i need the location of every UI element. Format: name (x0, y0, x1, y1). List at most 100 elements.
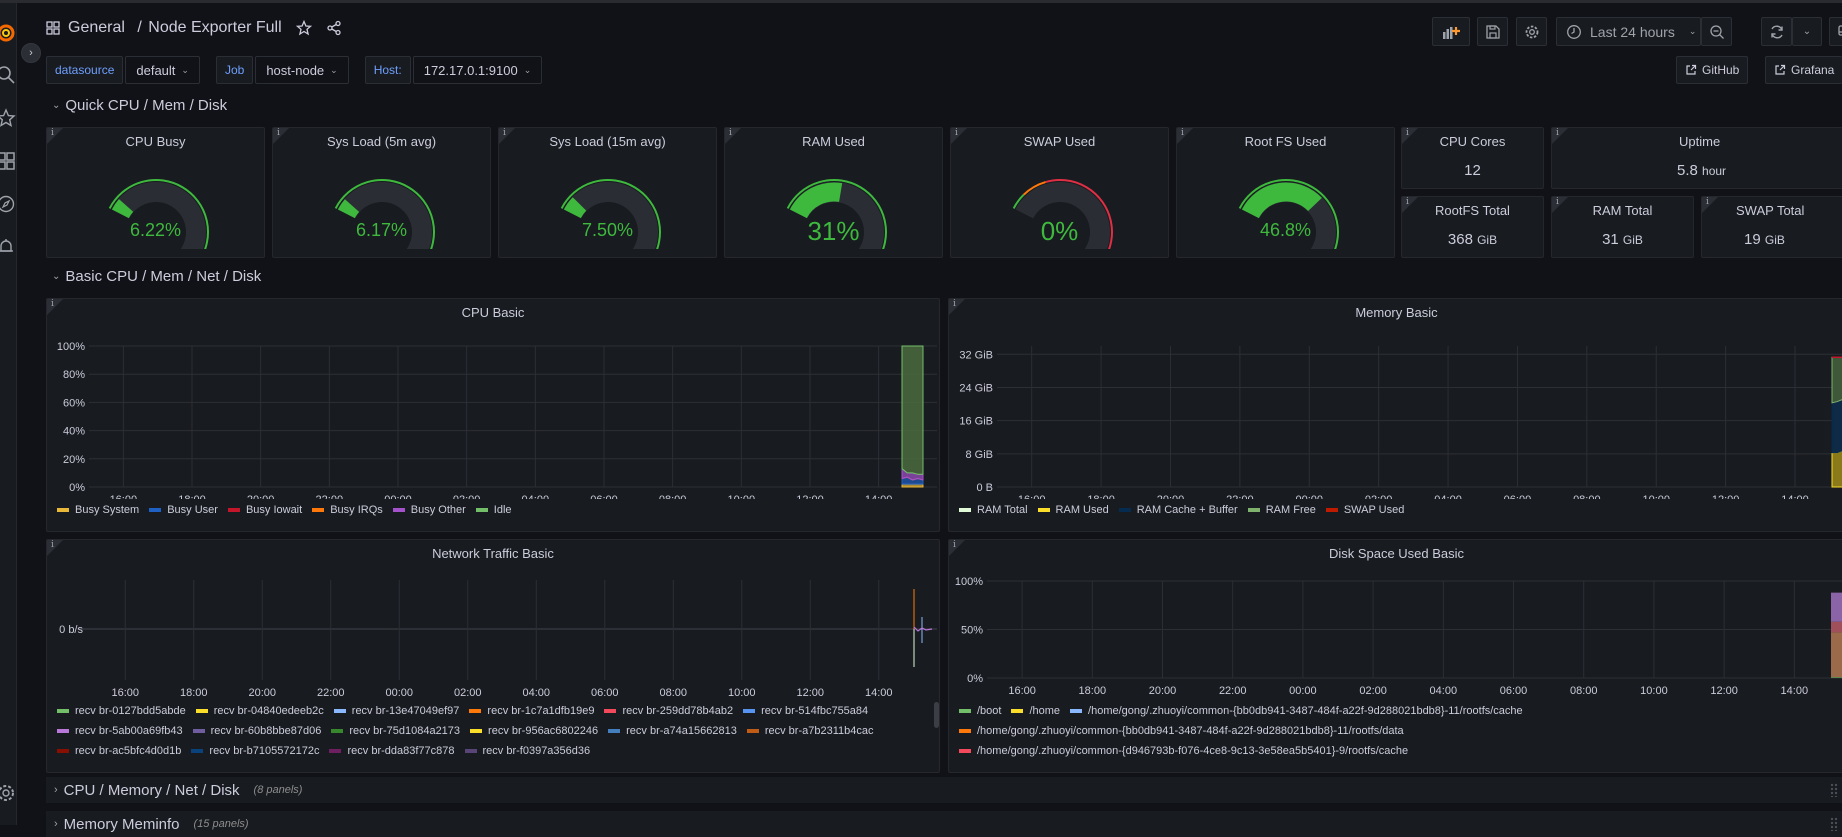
legend-item[interactable]: RAM Total (959, 504, 1028, 516)
legend-item[interactable]: Busy Other (393, 504, 466, 516)
legend-item[interactable]: recv br-0127bdd5abde (57, 705, 186, 717)
info-icon[interactable]: i (1556, 128, 1559, 138)
x-tick-label: 16:00 (1018, 494, 1046, 499)
legend-item[interactable]: recv br-514fbc755a84 (743, 705, 868, 717)
legend-item[interactable]: recv br-259dd78b4ab2 (604, 705, 733, 717)
host-select[interactable]: 172.17.0.1:9100⌄ (413, 56, 543, 84)
gauge-value: 46.8% (1177, 220, 1394, 241)
legend-swatch (959, 729, 971, 733)
legend-item[interactable]: /home/gong/.zhuoyi/common-{bb0db941-3487… (959, 725, 1404, 737)
x-tick-label: 22:00 (1226, 494, 1254, 499)
panel-info-corner[interactable] (1552, 128, 1568, 144)
legend-item[interactable]: RAM Used (1038, 504, 1109, 516)
search-icon[interactable] (0, 65, 16, 85)
x-tick-label: 10:00 (1642, 494, 1670, 499)
x-tick-label: 00:00 (384, 494, 412, 499)
legend-item[interactable]: /home/gong/.zhuoyi/common-{d946793b-f076… (959, 745, 1408, 757)
legend-item[interactable]: /home (1011, 705, 1060, 717)
grafana-link[interactable]: Grafana (1765, 56, 1842, 84)
refresh-interval-dropdown[interactable]: ⌄ (1792, 17, 1822, 46)
chevron-down-icon: ⌄ (1689, 26, 1697, 37)
row-quick-cpu-mem-disk[interactable]: ⌄ Quick CPU / Mem / Disk (52, 97, 227, 114)
refresh-button[interactable] (1761, 17, 1792, 46)
legend-scrollbar[interactable] (934, 702, 939, 728)
panel-info-corner[interactable] (1702, 197, 1718, 213)
legend-item[interactable]: RAM Cache + Buffer (1119, 504, 1238, 516)
series-bar--boot (1831, 677, 1842, 678)
legend-item[interactable]: recv br-dda83f77c878 (329, 745, 454, 757)
zoom-out-button[interactable] (1701, 17, 1732, 46)
legend-item[interactable]: RAM Free (1248, 504, 1316, 516)
legend-item[interactable]: recv br-60b8bbe87d06 (193, 725, 322, 737)
legend-item[interactable]: recv br-a74a15662813 (608, 725, 737, 737)
alerting-bell-icon[interactable] (0, 237, 16, 257)
grafana-logo-icon[interactable] (0, 23, 16, 43)
explore-compass-icon[interactable] (0, 194, 16, 214)
panel-title[interactable]: SWAP Total (1736, 203, 1842, 218)
legend-item[interactable]: recv br-b7105572172c (191, 745, 319, 757)
x-tick-label: 02:00 (1359, 685, 1387, 697)
dashboard-header: General / Node Exporter Full (46, 19, 342, 37)
save-dashboard-button[interactable] (1477, 17, 1508, 46)
y-tick-label: 0% (967, 673, 983, 685)
legend-item[interactable]: recv br-ac5bfc4d0d1b (57, 745, 181, 757)
panel-title[interactable]: Sys Load (5m avg) (273, 134, 490, 149)
legend-item[interactable]: /home/gong/.zhuoyi/common-{bb0db941-3487… (1070, 705, 1523, 717)
info-icon[interactable]: i (1706, 197, 1709, 207)
legend-item[interactable]: /boot (959, 705, 1001, 717)
variable-job: Job host-node⌄ (216, 56, 349, 84)
legend-swatch (191, 749, 203, 753)
legend-item[interactable]: recv br-a7b2311b4cac (747, 725, 874, 737)
legend-label: recv br-f0397a356d36 (483, 745, 591, 757)
panel-title[interactable]: SWAP Used (951, 134, 1168, 149)
legend-swatch (959, 709, 971, 713)
legend-label: Busy Other (411, 504, 466, 516)
dashboard-settings-button[interactable] (1516, 17, 1547, 46)
share-icon[interactable] (326, 20, 342, 36)
row-basic-cpu-mem-net-disk[interactable]: ⌄ Basic CPU / Mem / Net / Disk (52, 268, 261, 285)
dashboard-title[interactable]: Node Exporter Full (148, 19, 281, 37)
legend-item[interactable]: recv br-04840edeeb2c (196, 705, 324, 717)
gauge-panel-cpu-busy: i CPU Busy6.22% (46, 127, 265, 258)
x-tick-label: 20:00 (1149, 685, 1177, 697)
starred-icon[interactable] (0, 108, 16, 128)
breadcrumb-folder[interactable]: General (68, 19, 125, 37)
legend-item[interactable]: recv br-1c7a1dfb19e9 (469, 705, 594, 717)
panel-title[interactable]: RAM Used (725, 134, 942, 149)
configuration-gear-icon[interactable] (0, 783, 16, 803)
x-tick-label: 04:00 (1434, 494, 1462, 499)
legend-item[interactable]: SWAP Used (1326, 504, 1405, 516)
legend-item[interactable]: recv br-13e47049ef97 (334, 705, 460, 717)
legend-item[interactable]: recv br-f0397a356d36 (465, 745, 591, 757)
panel-title[interactable]: RootFS Total (1402, 203, 1543, 218)
time-range-picker[interactable]: Last 24 hours ⌄ (1556, 17, 1701, 46)
legend-swatch (312, 508, 324, 512)
legend-label: recv br-ac5bfc4d0d1b (75, 745, 181, 757)
legend-item[interactable]: Busy IRQs (312, 504, 383, 516)
panel-title[interactable]: Uptime (1679, 134, 1842, 149)
panel-title[interactable]: CPU Busy (47, 134, 264, 149)
legend-item[interactable]: recv br-956ac6802246 (470, 725, 598, 737)
job-select[interactable]: host-node⌄ (255, 56, 348, 84)
datasource-select[interactable]: default⌄ (125, 56, 200, 84)
github-link[interactable]: GitHub (1676, 56, 1748, 84)
row-memory-meminfo-collapsed[interactable]: › Memory Meminfo (15 panels) (46, 811, 1842, 837)
row-drag-handle[interactable] (1830, 783, 1838, 797)
panel-title[interactable]: CPU Cores (1402, 134, 1543, 149)
star-icon[interactable] (296, 20, 312, 36)
legend-item[interactable]: recv br-5ab00a69fb43 (57, 725, 183, 737)
tv-mode-button[interactable] (1829, 17, 1842, 46)
panel-title[interactable]: Sys Load (15m avg) (499, 134, 716, 149)
add-panel-button[interactable] (1432, 17, 1470, 46)
legend-item[interactable]: Busy System (57, 504, 139, 516)
row-cpu-memory-net-disk-collapsed[interactable]: › CPU / Memory / Net / Disk (8 panels) (46, 777, 1842, 803)
legend-item[interactable]: Busy Iowait (228, 504, 302, 516)
row-drag-handle[interactable] (1830, 817, 1838, 831)
legend-item[interactable]: Busy User (149, 504, 218, 516)
legend-item[interactable]: Idle (476, 504, 512, 516)
legend-item[interactable]: recv br-75d1084a2173 (331, 725, 460, 737)
dashboards-icon[interactable] (0, 151, 16, 171)
panel-title[interactable]: Root FS Used (1177, 134, 1394, 149)
series-recent-noise (914, 627, 932, 631)
panel-title[interactable]: RAM Total (1552, 203, 1693, 218)
